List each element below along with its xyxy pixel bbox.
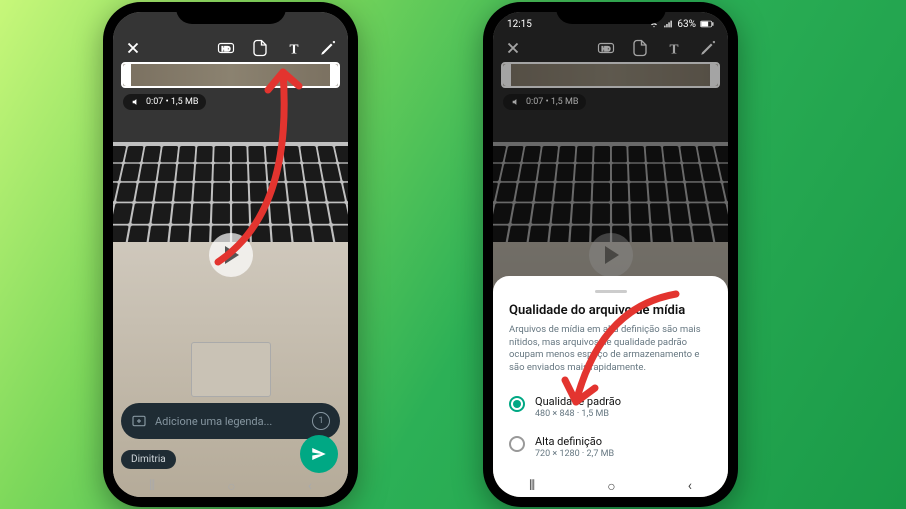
nav-recents-icon[interactable]: ⦀ (529, 478, 535, 494)
close-icon[interactable] (503, 38, 523, 58)
sheet-title: Qualidade do arquivo de mídia (509, 303, 712, 318)
battery-icon (700, 20, 714, 28)
editor-toolbar: HD T (113, 38, 348, 58)
screen-left: HD T 0:07 • 1,5 MB (113, 12, 348, 497)
text-icon[interactable]: T (284, 38, 304, 58)
notch (176, 2, 286, 24)
caption-input[interactable]: Adicione uma legenda... 1 (121, 403, 340, 439)
draw-icon[interactable] (698, 38, 718, 58)
trim-handle-right[interactable] (330, 64, 338, 86)
text-icon[interactable]: T (664, 38, 684, 58)
caption-placeholder: Adicione uma legenda... (155, 415, 272, 428)
media-add-icon[interactable] (131, 413, 147, 429)
radio-selected-icon (509, 396, 525, 412)
send-button[interactable] (300, 435, 338, 473)
option-title: Alta definição (535, 435, 614, 448)
android-navbar: ⦀ ○ ‹ (113, 475, 348, 497)
hd-icon[interactable]: HD (596, 38, 616, 58)
video-trim-bar[interactable] (501, 62, 720, 88)
sheet-drag-handle[interactable] (595, 290, 627, 293)
media-meta-pill: 0:07 • 1,5 MB (123, 94, 206, 110)
media-meta-text: 0:07 • 1,5 MB (146, 97, 198, 107)
touchpad (191, 342, 271, 397)
option-title: Qualidade padrão (535, 395, 621, 408)
sheet-description: Arquivos de mídia em alta definição são … (509, 324, 712, 375)
svg-text:T: T (669, 41, 678, 56)
nav-home-icon[interactable]: ○ (607, 478, 615, 495)
play-button[interactable] (209, 233, 253, 277)
svg-text:T: T (289, 41, 298, 56)
view-once-icon[interactable]: 1 (312, 412, 330, 430)
draw-icon[interactable] (318, 38, 338, 58)
svg-text:HD: HD (602, 47, 611, 53)
video-trim-bar[interactable] (121, 62, 340, 88)
svg-text:HD: HD (222, 47, 231, 53)
close-icon[interactable] (123, 38, 143, 58)
sticker-icon[interactable] (630, 38, 650, 58)
radio-unselected-icon (509, 436, 525, 452)
quality-bottom-sheet: Qualidade do arquivo de mídia Arquivos d… (493, 276, 728, 497)
editor-toolbar: HD T (493, 38, 728, 58)
option-subtitle: 480 × 848 · 1,5 MB (535, 409, 621, 419)
trim-handle-right[interactable] (710, 64, 718, 86)
signal-icon (663, 19, 673, 29)
phone-left: HD T 0:07 • 1,5 MB (103, 2, 358, 507)
option-subtitle: 720 × 1280 · 2,7 MB (535, 449, 614, 459)
android-navbar: ⦀ ○ ‹ (493, 475, 728, 497)
speaker-icon (131, 97, 141, 107)
nav-recents-icon[interactable]: ⦀ (149, 478, 155, 494)
phone-right: 12:15 63% HD T (483, 2, 738, 507)
sticker-icon[interactable] (250, 38, 270, 58)
option-standard-quality[interactable]: Qualidade padrão 480 × 848 · 1,5 MB (509, 387, 712, 427)
trim-handle-left[interactable] (503, 64, 511, 86)
media-meta-pill: 0:07 • 1,5 MB (503, 94, 586, 110)
nav-back-icon[interactable]: ‹ (308, 478, 312, 494)
notch (556, 2, 666, 24)
hd-icon[interactable]: HD (216, 38, 236, 58)
media-meta-text: 0:07 • 1,5 MB (526, 97, 578, 107)
speaker-icon (511, 97, 521, 107)
option-high-definition[interactable]: Alta definição 720 × 1280 · 2,7 MB (509, 427, 712, 467)
screen-right: 12:15 63% HD T (493, 12, 728, 497)
trim-handle-left[interactable] (123, 64, 131, 86)
status-time: 12:15 (507, 19, 532, 30)
nav-home-icon[interactable]: ○ (227, 478, 235, 495)
recipient-chip[interactable]: Dimitria (121, 450, 176, 469)
status-battery: 63% (677, 19, 696, 30)
nav-back-icon[interactable]: ‹ (688, 478, 692, 494)
